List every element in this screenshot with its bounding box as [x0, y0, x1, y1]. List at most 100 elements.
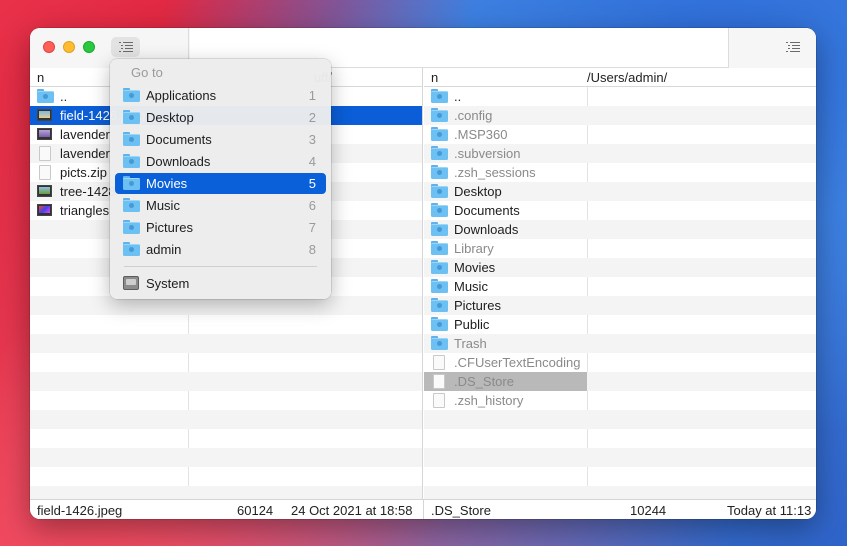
menu-item-pictures[interactable]: Pictures 7 — [115, 217, 326, 238]
menu-item-shortcut: 2 — [308, 110, 316, 125]
file-name: Desktop — [454, 184, 502, 199]
left-status-date: 24 Oct 2021 at 18:58 — [291, 503, 413, 518]
file-name: .DS_Store — [454, 374, 514, 389]
goto-menu-header: Go to — [131, 65, 163, 80]
image-thumbnail-icon — [37, 204, 52, 216]
file-row[interactable]: .CFUserTextEncoding — [424, 353, 816, 372]
document-icon — [39, 165, 52, 180]
right-toolbar — [728, 28, 816, 68]
file-name: Documents — [454, 203, 520, 218]
folder-home-icon — [123, 242, 140, 256]
file-row[interactable]: Public — [424, 315, 816, 334]
file-row[interactable]: .DS_Store — [424, 372, 816, 391]
right-status-size: 10244 — [630, 503, 667, 518]
file-name: Library — [454, 241, 494, 256]
empty-row — [30, 429, 422, 448]
file-row[interactable]: Documents — [424, 201, 816, 220]
file-name: .. — [60, 89, 68, 104]
file-row[interactable]: .. — [424, 87, 816, 106]
folder-pictures-icon — [123, 220, 140, 234]
menu-item-label: admin — [146, 242, 182, 257]
file-row[interactable]: Trash — [424, 334, 816, 353]
folder-icon — [431, 89, 448, 103]
left-status-size: 60124 — [237, 503, 274, 518]
menu-item-admin[interactable]: admin 8 — [115, 239, 326, 260]
close-button[interactable] — [43, 41, 55, 53]
right-column-header[interactable]: n /Users/admin/ — [424, 68, 816, 87]
list-icon — [119, 42, 133, 52]
empty-row — [30, 391, 422, 410]
file-row[interactable]: Desktop — [424, 182, 816, 201]
file-row[interactable]: Music — [424, 277, 816, 296]
right-goto-menu-button[interactable] — [786, 42, 800, 52]
menu-item-label: Pictures — [146, 220, 193, 235]
file-name: picts.zip — [60, 165, 107, 180]
file-name: Public — [454, 317, 490, 332]
left-status-filename: field-1426.jpeg — [37, 503, 123, 518]
file-row[interactable]: Movies — [424, 258, 816, 277]
file-name: .zsh_sessions — [454, 165, 536, 180]
empty-row — [30, 372, 422, 391]
file-row[interactable]: .config — [424, 106, 816, 125]
minimize-button[interactable] — [63, 41, 75, 53]
file-name: .subversion — [454, 146, 521, 161]
folder-music-icon — [123, 198, 140, 212]
right-file-pane[interactable]: n /Users/admin/ .. .config .MSP360 .subvers… — [424, 68, 816, 499]
menu-item-shortcut: 6 — [308, 198, 316, 213]
menu-item-system[interactable]: System — [115, 273, 326, 294]
file-name: .zsh_history — [454, 393, 524, 408]
file-row[interactable]: Downloads — [424, 220, 816, 239]
right-file-list[interactable]: .. .config .MSP360 .subversion .zsh_sessions… — [424, 87, 816, 499]
goto-menu-button[interactable] — [111, 37, 140, 57]
file-name: .config — [454, 108, 493, 123]
menu-item-label: System — [146, 276, 190, 291]
menu-item-label: Desktop — [146, 110, 194, 125]
file-row[interactable]: .zsh_history — [424, 391, 816, 410]
folder-desktop-icon — [123, 110, 140, 124]
folder-icon — [431, 336, 448, 350]
empty-row — [30, 467, 422, 486]
menu-item-label: Documents — [146, 132, 212, 147]
menu-item-shortcut: 5 — [308, 176, 316, 191]
folder-applications-icon — [123, 88, 140, 102]
name-column-header[interactable]: n — [37, 70, 44, 85]
file-row[interactable]: Library — [424, 239, 816, 258]
file-row[interactable]: .zsh_sessions — [424, 163, 816, 182]
empty-row — [424, 486, 816, 499]
menu-item-downloads[interactable]: Downloads 4 — [115, 151, 326, 172]
right-status-date: Today at 11:13 — [727, 503, 812, 518]
folder-icon — [431, 203, 448, 217]
folder-icon — [37, 89, 54, 103]
document-icon — [433, 355, 446, 370]
folder-icon — [431, 127, 448, 141]
file-row[interactable]: .subversion — [424, 144, 816, 163]
menu-item-shortcut: 1 — [308, 88, 316, 103]
empty-row — [30, 334, 422, 353]
right-path-label: /Users/admin/ — [587, 70, 668, 85]
empty-row — [424, 429, 816, 448]
name-column-header[interactable]: n — [431, 70, 438, 85]
file-name: tree-1428 — [60, 184, 116, 199]
file-name: Trash — [454, 336, 487, 351]
folder-icon — [431, 241, 448, 255]
empty-row — [424, 467, 816, 486]
file-row[interactable]: Pictures — [424, 296, 816, 315]
folder-icon — [431, 184, 448, 198]
empty-row — [30, 315, 422, 334]
folder-icon — [431, 298, 448, 312]
menu-item-applications[interactable]: Applications 1 — [115, 85, 326, 106]
menu-item-movies[interactable]: Movies 5 — [115, 173, 326, 194]
menu-item-label: Music — [146, 198, 180, 213]
menu-item-desktop[interactable]: Desktop 2 — [115, 107, 326, 128]
folder-icon — [431, 108, 448, 122]
menu-item-music[interactable]: Music 6 — [115, 195, 326, 216]
menu-item-label: Applications — [146, 88, 217, 103]
menu-item-shortcut: 8 — [308, 242, 316, 257]
menu-item-label: Downloads — [146, 154, 211, 169]
menu-item-documents[interactable]: Documents 3 — [115, 129, 326, 150]
empty-row — [424, 410, 816, 429]
zoom-button[interactable] — [83, 41, 95, 53]
image-thumbnail-icon — [37, 109, 52, 121]
menu-item-shortcut: 7 — [308, 220, 316, 235]
file-row[interactable]: .MSP360 — [424, 125, 816, 144]
